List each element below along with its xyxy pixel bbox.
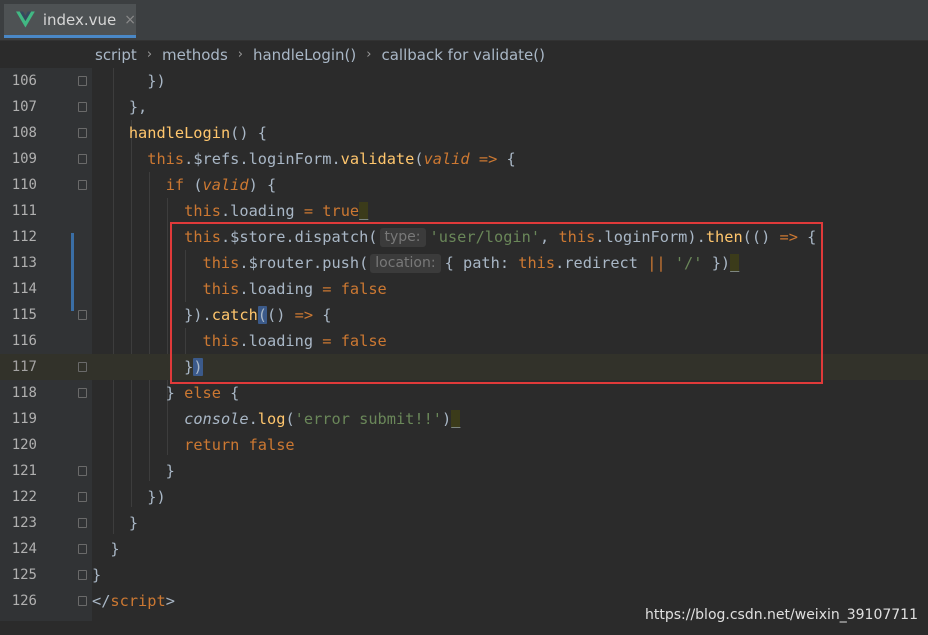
fold-marker-icon[interactable] <box>78 518 87 528</box>
line-number: 108 <box>11 125 37 141</box>
line-number: 122 <box>11 489 37 505</box>
fold-marker-icon[interactable] <box>78 102 87 112</box>
line-number: 125 <box>11 567 37 583</box>
code-text: </script> <box>92 592 175 610</box>
code-line: 110 if (valid) { <box>0 172 928 198</box>
code-line: 120 return false <box>0 432 928 458</box>
fold-marker-icon[interactable] <box>78 388 87 398</box>
code-text: }) <box>92 488 166 506</box>
chevron-right-icon: › <box>237 47 243 62</box>
line-number: 111 <box>11 203 37 219</box>
fold-marker-icon[interactable] <box>78 570 87 580</box>
code-text: } <box>92 540 120 558</box>
line-number: 117 <box>11 359 37 375</box>
fold-marker-icon[interactable] <box>78 596 87 606</box>
chevron-right-icon: › <box>146 47 153 62</box>
code-line: 125 } <box>0 562 928 588</box>
breadcrumb-methods[interactable]: methods <box>162 46 228 64</box>
fold-marker-icon[interactable] <box>78 362 87 372</box>
line-number: 114 <box>11 281 37 297</box>
code-text: } <box>92 514 139 532</box>
line-number: 110 <box>11 177 37 193</box>
line-number: 124 <box>11 541 37 557</box>
code-text: }, <box>92 98 148 116</box>
code-text: this.loading = true_ <box>184 202 369 220</box>
vcs-change-marker[interactable] <box>71 233 74 311</box>
line-number: 119 <box>11 411 37 427</box>
line-number: 118 <box>11 385 37 401</box>
line-number: 121 <box>11 463 37 479</box>
line-number: 106 <box>11 73 37 89</box>
code-line: 107 }, <box>0 94 928 120</box>
tab-label: index.vue <box>42 10 117 29</box>
code-line: 121 } <box>0 458 928 484</box>
editor-tab-bar: index.vue × <box>0 0 928 41</box>
line-number: 109 <box>11 151 37 167</box>
code-line: 111 this.loading = true_ <box>0 198 928 224</box>
fold-marker-icon[interactable] <box>78 544 87 554</box>
code-text: if (valid) { <box>165 176 277 194</box>
fold-marker-icon[interactable] <box>78 128 87 138</box>
code-line: 123 } <box>0 510 928 536</box>
breadcrumb-script[interactable]: script <box>95 46 137 64</box>
line-number: 107 <box>11 99 37 115</box>
chevron-right-icon: › <box>366 47 372 62</box>
code-line: 109 this.$refs.loginForm.validate(valid … <box>0 146 928 172</box>
code-text: } <box>92 462 175 480</box>
fold-marker-icon[interactable] <box>78 310 87 320</box>
fold-marker-icon[interactable] <box>78 76 87 86</box>
highlight-annotation-box <box>170 222 823 384</box>
fold-marker-icon[interactable] <box>78 154 87 164</box>
fold-marker-icon[interactable] <box>78 180 87 190</box>
code-line: 119 console.log('error submit!!')_ <box>0 406 928 432</box>
horizontal-scrollbar[interactable] <box>0 621 928 635</box>
fold-marker-icon[interactable] <box>78 466 87 476</box>
watermark: https://blog.csdn.net/weixin_39107711 <box>644 607 918 623</box>
line-number: 115 <box>11 307 37 323</box>
line-number: 126 <box>11 593 37 609</box>
close-icon[interactable]: × <box>124 12 136 28</box>
code-text: } <box>92 566 102 584</box>
code-text: return false <box>184 436 295 454</box>
line-number: 120 <box>11 437 37 453</box>
breadcrumb: script › methods › handleLogin() › callb… <box>0 41 928 68</box>
breadcrumb-validate-callback[interactable]: callback for validate() <box>381 46 545 64</box>
tab-index-vue[interactable]: index.vue × <box>4 4 136 38</box>
code-line: 124 } <box>0 536 928 562</box>
code-line: 108 handleLogin() { <box>0 120 928 146</box>
code-text: this.$refs.loginForm.validate(valid => { <box>147 150 516 168</box>
code-line: 122 }) <box>0 484 928 510</box>
line-number: 112 <box>11 229 37 245</box>
code-text: console.log('error submit!!')_ <box>184 410 461 428</box>
code-line: 106 }) <box>0 68 928 94</box>
vue-logo-icon <box>16 11 35 28</box>
breadcrumb-handle-login[interactable]: handleLogin() <box>253 46 356 64</box>
code-text: handleLogin() { <box>128 124 267 142</box>
line-number: 116 <box>11 333 37 349</box>
line-number: 113 <box>11 255 37 271</box>
code-text: }) <box>92 72 166 90</box>
line-number: 123 <box>11 515 37 531</box>
fold-marker-icon[interactable] <box>78 492 87 502</box>
